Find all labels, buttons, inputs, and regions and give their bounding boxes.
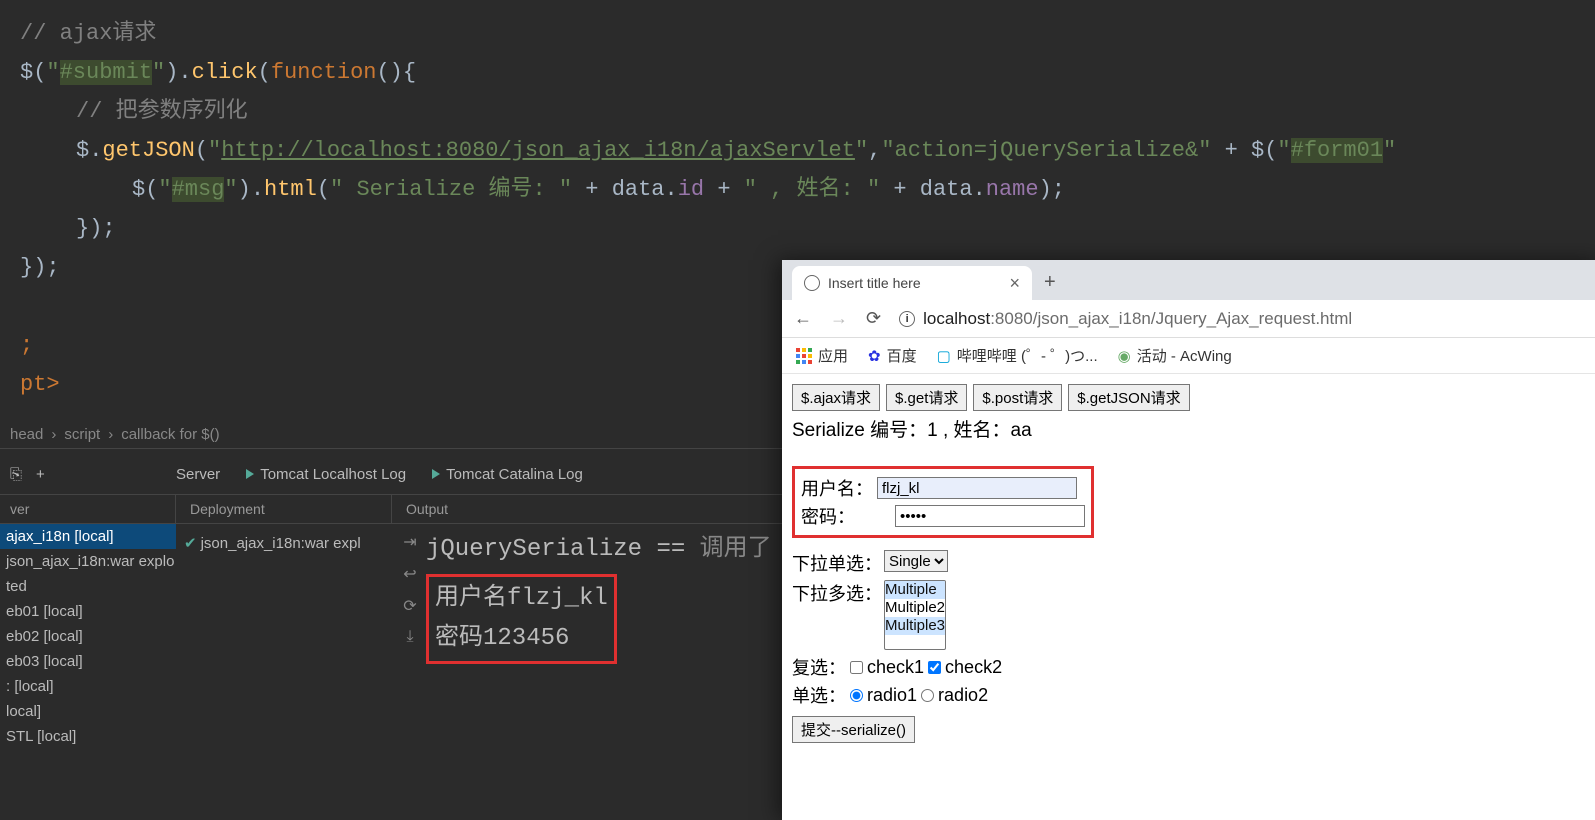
- apps-icon: [796, 348, 812, 364]
- list-item[interactable]: : [local]: [0, 674, 176, 699]
- list-item[interactable]: local]: [0, 699, 176, 724]
- deployment-list[interactable]: ✔json_ajax_i18n:war expl: [176, 524, 392, 562]
- code-line: });: [20, 209, 1575, 248]
- check1-label: check1: [867, 657, 924, 678]
- list-item[interactable]: eb03 [local]: [0, 649, 176, 674]
- bookmark-bilibili[interactable]: ▢哔哩哔哩 (゜- ゜)つ...: [937, 345, 1098, 366]
- acwing-icon: ◉: [1118, 347, 1131, 365]
- browser-window: Insert title here × + ← → ⟳ i localhost:…: [782, 260, 1595, 820]
- radio2-input[interactable]: [921, 689, 934, 702]
- ajax-button[interactable]: $.ajax请求: [792, 384, 880, 411]
- password-label: 密码：: [801, 503, 877, 529]
- add-icon[interactable]: +: [36, 466, 45, 483]
- back-icon[interactable]: ↩: [403, 564, 416, 584]
- list-item[interactable]: ajax_i18n [local]: [0, 524, 176, 549]
- header-deployment: Deployment: [176, 495, 392, 523]
- new-tab-button[interactable]: +: [1032, 265, 1068, 300]
- header-output: Output: [392, 495, 448, 523]
- list-item[interactable]: json_ajax_i18n:war explo: [0, 549, 176, 574]
- multi-select-label: 下拉多选：: [792, 580, 884, 606]
- radio1-label: radio1: [867, 685, 917, 706]
- breadcrumb[interactable]: head›script›callback for $(): [0, 422, 230, 447]
- list-item[interactable]: ted: [0, 574, 176, 599]
- multi-select[interactable]: Multiple Multiple2 Multiple3: [884, 580, 946, 650]
- checkbox-label: 复选：: [792, 654, 846, 680]
- info-icon[interactable]: i: [899, 311, 915, 327]
- get-button[interactable]: $.get请求: [886, 384, 967, 411]
- attach-icon[interactable]: ⎘: [10, 466, 22, 483]
- radio-label: 单选：: [792, 682, 846, 708]
- console-output[interactable]: jQuerySerialize == 调用了 用户名flzj_kl 密码1234…: [426, 530, 772, 664]
- deployment-item[interactable]: json_ajax_i18n:war expl: [201, 535, 361, 552]
- browser-tab[interactable]: Insert title here ×: [792, 266, 1032, 300]
- breadcrumb-item[interactable]: callback for $(): [113, 426, 227, 443]
- code-line: $("#submit").click(function(){: [20, 53, 1575, 92]
- tab-tomcat-catalina[interactable]: Tomcat Catalina Log: [432, 466, 583, 483]
- result-text: Serialize 编号：1 , 姓名：aa: [792, 415, 1592, 442]
- refresh-icon[interactable]: ⟳: [403, 596, 416, 616]
- panel-tabs: Server Tomcat Localhost Log Tomcat Catal…: [176, 456, 583, 492]
- code-line: // ajax请求: [20, 14, 1575, 53]
- play-icon: [246, 469, 254, 479]
- post-button[interactable]: $.post请求: [973, 384, 1062, 411]
- check2-label: check2: [945, 657, 1002, 678]
- check1-input[interactable]: [850, 661, 863, 674]
- forward-icon[interactable]: →: [830, 308, 848, 329]
- run-config-list[interactable]: ajax_i18n [local] json_ajax_i18n:war exp…: [0, 524, 176, 749]
- bookmark-apps[interactable]: 应用: [796, 345, 848, 366]
- console-highlight-box: 用户名flzj_kl 密码123456: [426, 574, 617, 664]
- reload-icon[interactable]: ⟳: [866, 308, 881, 329]
- check-icon: ✔: [184, 535, 197, 552]
- bookmark-baidu[interactable]: ✿百度: [868, 345, 917, 366]
- play-icon: [432, 469, 440, 479]
- username-input[interactable]: [877, 477, 1077, 499]
- tab-server[interactable]: Server: [176, 466, 220, 483]
- console-line: 用户名flzj_kl: [435, 579, 608, 619]
- radio1-input[interactable]: [850, 689, 863, 702]
- breadcrumb-item[interactable]: head: [2, 426, 51, 443]
- bookmark-acwing[interactable]: ◉活动 - AcWing: [1118, 345, 1232, 366]
- tab-tomcat-local[interactable]: Tomcat Localhost Log: [246, 466, 406, 483]
- username-label: 用户名：: [801, 475, 877, 501]
- form-highlight-box: 用户名： 密码：: [792, 466, 1094, 538]
- password-input[interactable]: [895, 505, 1085, 527]
- list-item[interactable]: STL [local]: [0, 724, 176, 749]
- header-version: ver: [0, 495, 176, 523]
- close-icon[interactable]: ×: [1009, 273, 1020, 294]
- list-item[interactable]: eb02 [local]: [0, 624, 176, 649]
- tab-title: Insert title here: [828, 275, 921, 291]
- baidu-icon: ✿: [868, 347, 881, 365]
- url-input[interactable]: i localhost:8080/json_ajax_i18n/Jquery_A…: [899, 309, 1590, 329]
- bilibili-icon: ▢: [937, 347, 951, 365]
- console-line: 密码123456: [435, 619, 608, 659]
- tab-bar: Insert title here × +: [782, 260, 1595, 300]
- list-item[interactable]: eb01 [local]: [0, 599, 176, 624]
- breadcrumb-item[interactable]: script: [56, 426, 108, 443]
- radio2-label: radio2: [938, 685, 988, 706]
- page-content: $.ajax请求 $.get请求 $.post请求 $.getJSON请求 Se…: [782, 374, 1595, 753]
- single-select[interactable]: Single: [884, 550, 948, 572]
- output-toolbar: ⇥ ↩ ⟳ ⤓: [396, 532, 424, 646]
- bookmarks-bar: 应用 ✿百度 ▢哔哩哔哩 (゜- ゜)つ... ◉活动 - AcWing: [782, 338, 1595, 374]
- address-bar: ← → ⟳ i localhost:8080/json_ajax_i18n/Jq…: [782, 300, 1595, 338]
- export-icon[interactable]: ⤓: [406, 628, 413, 646]
- globe-icon: [804, 275, 820, 291]
- code-line: $("#msg").html(" Serialize 编号: " + data.…: [20, 170, 1575, 209]
- code-line: // 把参数序列化: [20, 92, 1575, 131]
- step-icon[interactable]: ⇥: [403, 532, 416, 552]
- check2-input[interactable]: [928, 661, 941, 674]
- console-line: jQuerySerialize == 调用了: [426, 530, 772, 570]
- single-select-label: 下拉单选：: [792, 550, 884, 576]
- code-line: $.getJSON("http://localhost:8080/json_aj…: [20, 131, 1575, 170]
- back-icon[interactable]: ←: [794, 308, 812, 329]
- submit-serialize-button[interactable]: 提交--serialize(): [792, 716, 915, 743]
- getjson-button[interactable]: $.getJSON请求: [1068, 384, 1189, 411]
